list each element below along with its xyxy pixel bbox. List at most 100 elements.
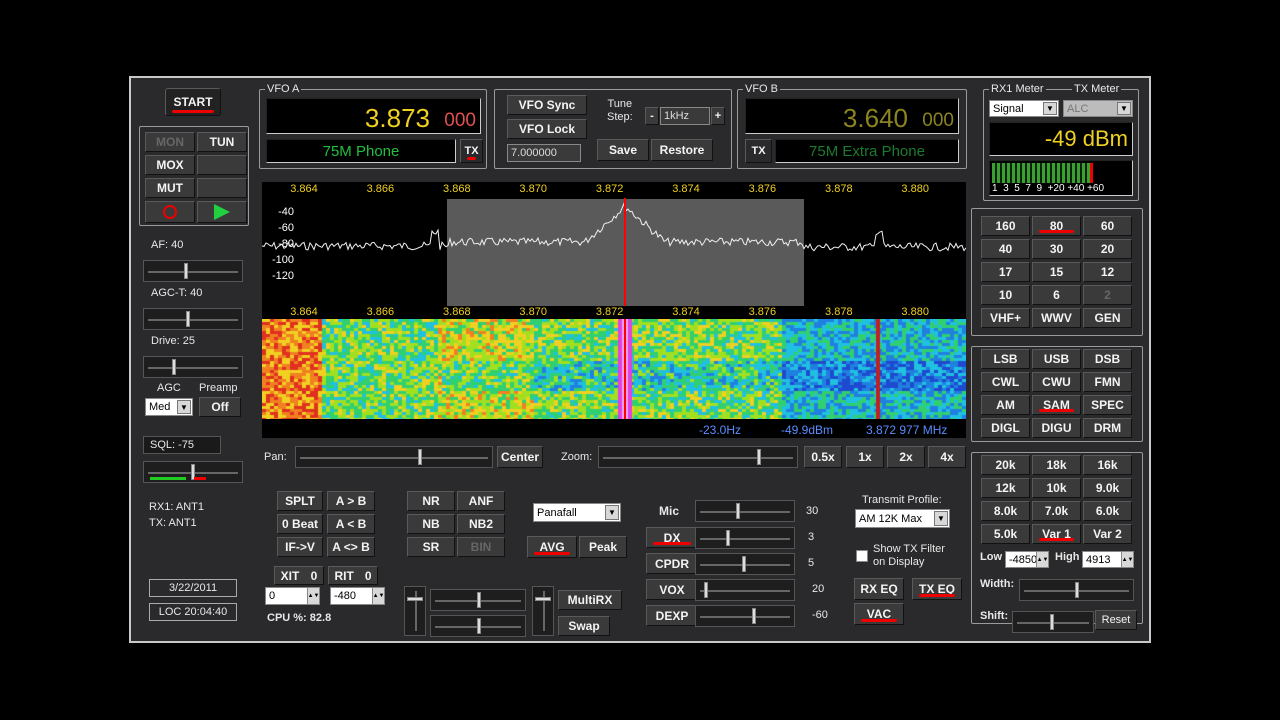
zoom-1x-button[interactable]: 1x [846,446,884,468]
restore-button[interactable]: Restore [651,139,713,161]
nb-button[interactable]: NB [407,514,455,534]
mode-button-digu[interactable]: DIGU [1032,418,1081,438]
vfo-sync-button[interactable]: VFO Sync [507,95,587,115]
tun-button[interactable]: TUN [197,132,247,152]
zoom-slider[interactable] [598,446,798,468]
mic-slider[interactable] [695,500,795,522]
agc-select[interactable]: Med ▼ [145,398,193,416]
record-button[interactable] [145,201,195,223]
xit-field[interactable]: 0 ▲▼ [265,587,320,605]
mode-button-am[interactable]: AM [981,395,1030,415]
low-field[interactable]: -4850 ▲▼ [1005,551,1049,568]
mox-button[interactable]: MOX [145,155,195,175]
panadapter[interactable]: 3.864 3.866 3.868 3.870 3.872 3.874 3.876 3.878… [262,182,966,306]
drive-slider-thumb[interactable] [172,359,176,375]
mode-button-lsb[interactable]: LSB [981,349,1030,369]
vfo-a-tx-button[interactable]: TX [460,139,483,163]
rx2-balance-slider-thumb[interactable] [477,618,481,634]
display-mode-select[interactable]: Panafall ▼ [533,503,621,522]
filter-button-var-2[interactable]: Var 2 [1083,524,1132,544]
sql-label[interactable]: SQL: -75 [143,436,221,454]
nr-button[interactable]: NR [407,491,455,511]
filter-button-5-0k[interactable]: 5.0k [981,524,1030,544]
b-to-a-button[interactable]: A < B [327,514,375,534]
start-button[interactable]: START [165,88,221,116]
filter-button-7-0k[interactable]: 7.0k [1032,501,1081,521]
agct-slider-thumb[interactable] [186,311,190,327]
mode-button-spec[interactable]: SPEC [1083,395,1132,415]
vfo-freq-field[interactable]: 7.000000 [507,144,581,162]
avg-button[interactable]: AVG [527,536,577,558]
play-button[interactable] [197,201,247,223]
show-tx-filter-checkbox[interactable] [856,550,868,562]
zoom-slider-thumb[interactable] [757,449,761,465]
waterfall[interactable]: 3.864 3.866 3.868 3.870 3.872 3.874 3.876 3.878… [262,306,966,422]
mode-button-cwu[interactable]: CWU [1032,372,1081,392]
high-field[interactable]: 4913 ▲▼ [1082,551,1134,568]
rx1-balance-slider[interactable] [430,589,526,611]
filter-button-6-0k[interactable]: 6.0k [1083,501,1132,521]
cpdr-slider-thumb[interactable] [742,556,746,572]
nb2-button[interactable]: NB2 [457,514,505,534]
filter-button-9-0k[interactable]: 9.0k [1083,478,1132,498]
swap-rx-button[interactable]: Swap [558,616,610,636]
width-slider-thumb[interactable] [1075,582,1079,598]
blank-button-2[interactable] [197,178,247,198]
center-button[interactable]: Center [497,446,543,468]
zero-beat-button[interactable]: 0 Beat [277,514,323,534]
multirx-button[interactable]: MultiRX [558,590,622,610]
split-button[interactable]: SPLT [277,491,323,511]
dx-slider[interactable] [695,527,795,549]
af-slider-thumb[interactable] [184,263,188,279]
sql-slider[interactable] [143,461,243,483]
filter-button-10k[interactable]: 10k [1032,478,1081,498]
dexp-slider[interactable] [695,605,795,627]
rx-gain-vslider-thumb[interactable] [407,597,423,601]
filter-button-8-0k[interactable]: 8.0k [981,501,1030,521]
mic-slider-thumb[interactable] [736,503,740,519]
mode-button-digl[interactable]: DIGL [981,418,1030,438]
tx-eq-button[interactable]: TX EQ [912,578,962,600]
bin-button[interactable]: BIN [457,537,505,557]
dx-button[interactable]: DX [646,527,698,548]
filter-button-12k[interactable]: 12k [981,478,1030,498]
vox-slider-thumb[interactable] [704,582,708,598]
zoom-4x-button[interactable]: 4x [928,446,966,468]
rx-eq-button[interactable]: RX EQ [854,578,904,600]
vfo-lock-button[interactable]: VFO Lock [507,119,587,139]
rx2-gain-vslider-thumb[interactable] [535,597,551,601]
peak-button[interactable]: Peak [579,536,627,558]
mode-button-usb[interactable]: USB [1032,349,1081,369]
sr-button[interactable]: SR [407,537,455,557]
filter-button-20k[interactable]: 20k [981,455,1030,475]
agct-slider[interactable] [143,308,243,330]
mon-button[interactable]: MON [145,132,195,152]
rx1-balance-slider-thumb[interactable] [477,592,481,608]
mode-button-sam[interactable]: SAM [1032,395,1081,415]
drive-slider[interactable] [143,356,243,378]
rx-gain-vslider[interactable] [404,586,426,636]
shift-slider-thumb[interactable] [1050,614,1054,630]
rit-button[interactable]: RIT 0 [328,566,378,585]
preamp-button[interactable]: Off [199,397,241,417]
shift-reset-button[interactable]: Reset [1095,610,1137,630]
mode-button-drm[interactable]: DRM [1083,418,1132,438]
xit-button[interactable]: XIT 0 [274,566,324,585]
mode-button-dsb[interactable]: DSB [1083,349,1132,369]
pan-slider-thumb[interactable] [418,449,422,465]
rit-field[interactable]: -480 ▲▼ [330,587,385,605]
dx-slider-thumb[interactable] [726,530,730,546]
save-button[interactable]: Save [597,139,649,161]
filter-button-var-1[interactable]: Var 1 [1032,524,1081,544]
blank-button-1[interactable] [197,155,247,175]
rx-meter-select[interactable]: Signal ▼ [989,100,1059,117]
filter-button-18k[interactable]: 18k [1032,455,1081,475]
cpdr-button[interactable]: CPDR [646,553,698,574]
shift-slider[interactable] [1012,611,1094,633]
step-minus-button[interactable]: - [645,107,659,125]
vfo-b-display[interactable]: 3.640 000 [745,98,959,134]
mode-button-cwl[interactable]: CWL [981,372,1030,392]
pan-slider[interactable] [295,446,493,468]
swap-vfo-button[interactable]: A <> B [327,537,375,557]
vox-button[interactable]: VOX [646,579,698,600]
